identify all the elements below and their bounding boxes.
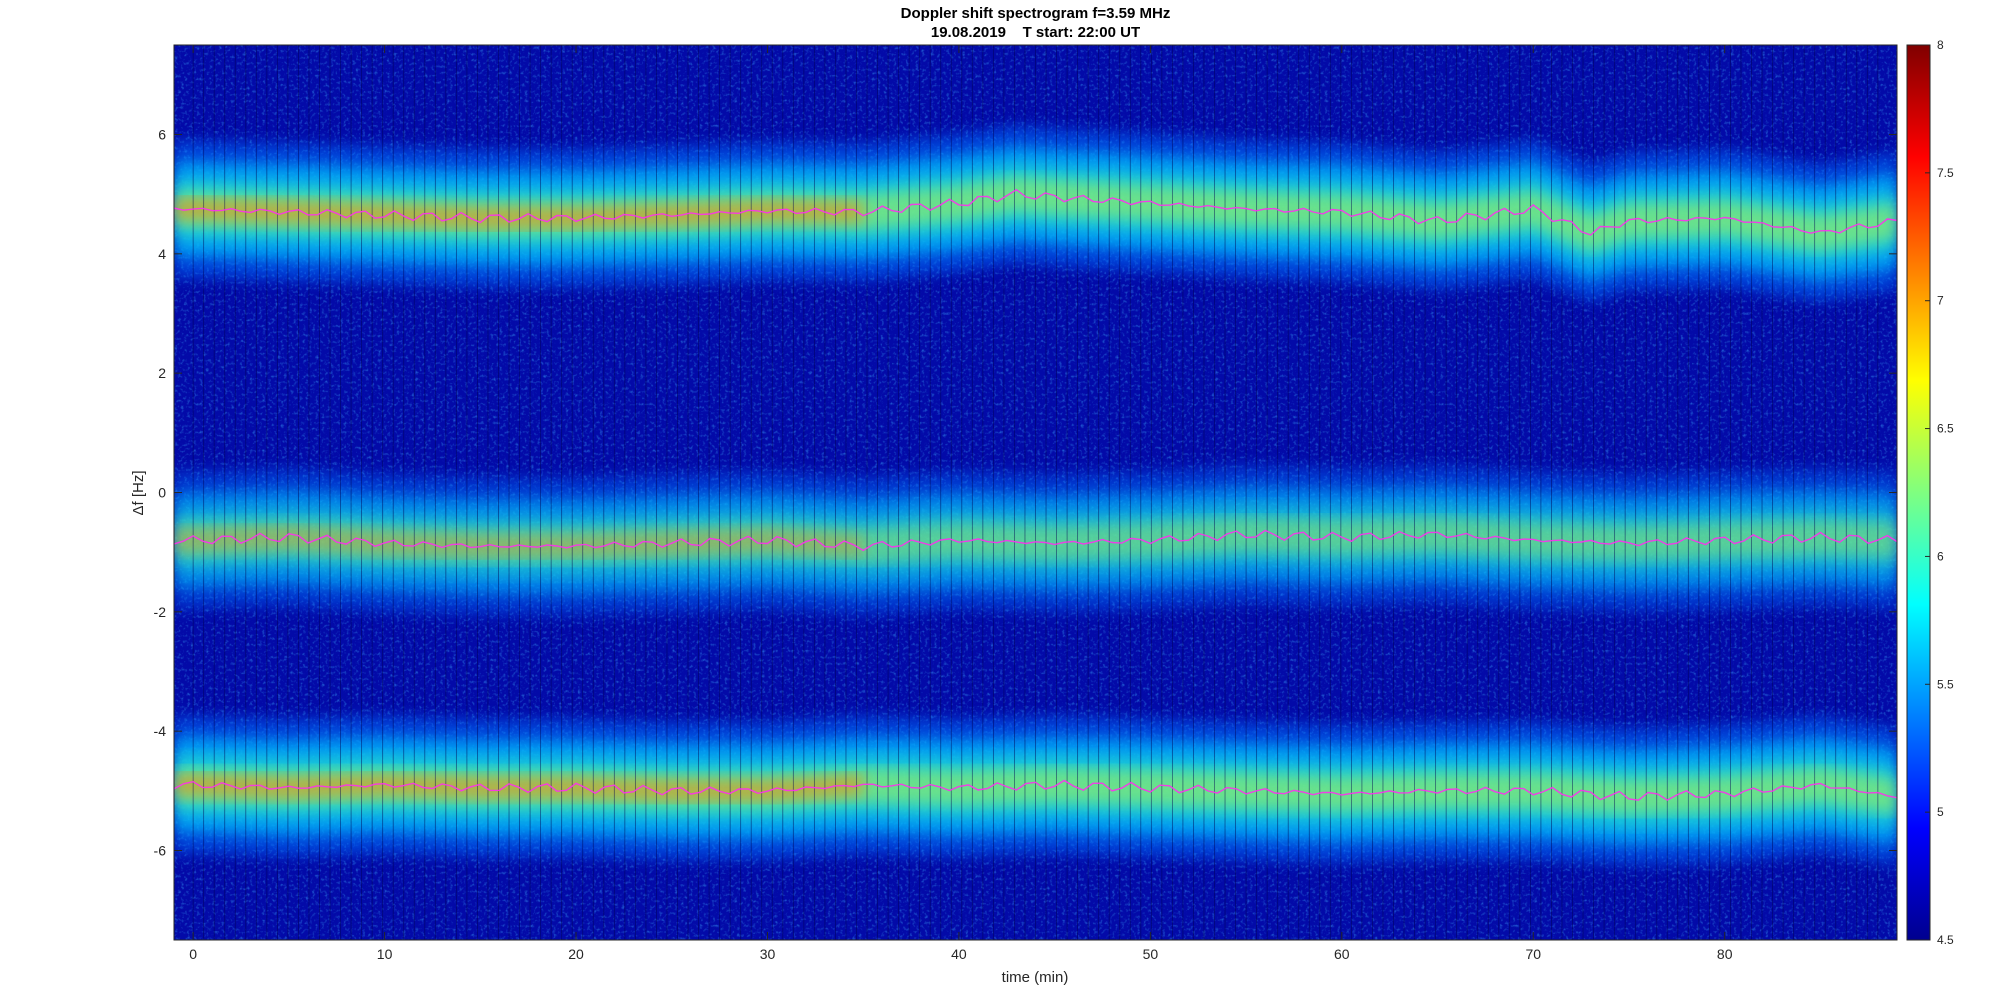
x-tick-label: 50 [1143, 946, 1159, 962]
x-tick-label: 80 [1717, 946, 1733, 962]
x-tick-label: 0 [189, 946, 197, 962]
y-tick-label: 2 [158, 365, 166, 381]
y-tick-label: 6 [158, 127, 166, 143]
colorbar-tick-label: 7.5 [1937, 166, 1954, 180]
x-axis-label: time (min) [1002, 969, 1069, 986]
x-tick-label: 10 [377, 946, 393, 962]
colorbar-tick-label: 7 [1937, 294, 1944, 308]
colorbar-gradient [1906, 44, 1931, 941]
colorbar-tick-label: 6 [1937, 549, 1944, 563]
time-stripes [192, 45, 1879, 940]
y-tick-label: -4 [154, 723, 167, 739]
spectrogram-chart: 0 10 20 30 40 50 60 70 80 -6-4-20246 time (min) … [130, 38, 1954, 986]
colorbar-tick-label: 6.5 [1937, 422, 1954, 436]
y-tick-label: -2 [154, 604, 167, 620]
x-tick-label: 30 [760, 946, 776, 962]
x-tick-label: 60 [1334, 946, 1350, 962]
colorbar-tick-label: 8 [1937, 38, 1944, 52]
figure: Doppler shift spectrogram f=3.59 MHz 19.… [0, 0, 2000, 1003]
x-tick-label: 40 [951, 946, 967, 962]
y-tick-label: -6 [154, 843, 167, 859]
colorbar-tick-label: 5 [1937, 805, 1944, 819]
colorbar-tick-label: 5.5 [1937, 677, 1954, 691]
y-tick-label: 4 [158, 246, 166, 262]
plot-area [174, 45, 1897, 940]
x-tick-label: 70 [1525, 946, 1541, 962]
colorbar: 4.5 5 5.5 6 6.5 7 7.5 8 [1906, 38, 1954, 947]
y-axis-label: Δf [Hz] [130, 470, 147, 515]
x-tick-label: 20 [568, 946, 584, 962]
colorbar-tick-label: 4.5 [1937, 933, 1954, 947]
y-tick-label: 0 [158, 485, 166, 501]
